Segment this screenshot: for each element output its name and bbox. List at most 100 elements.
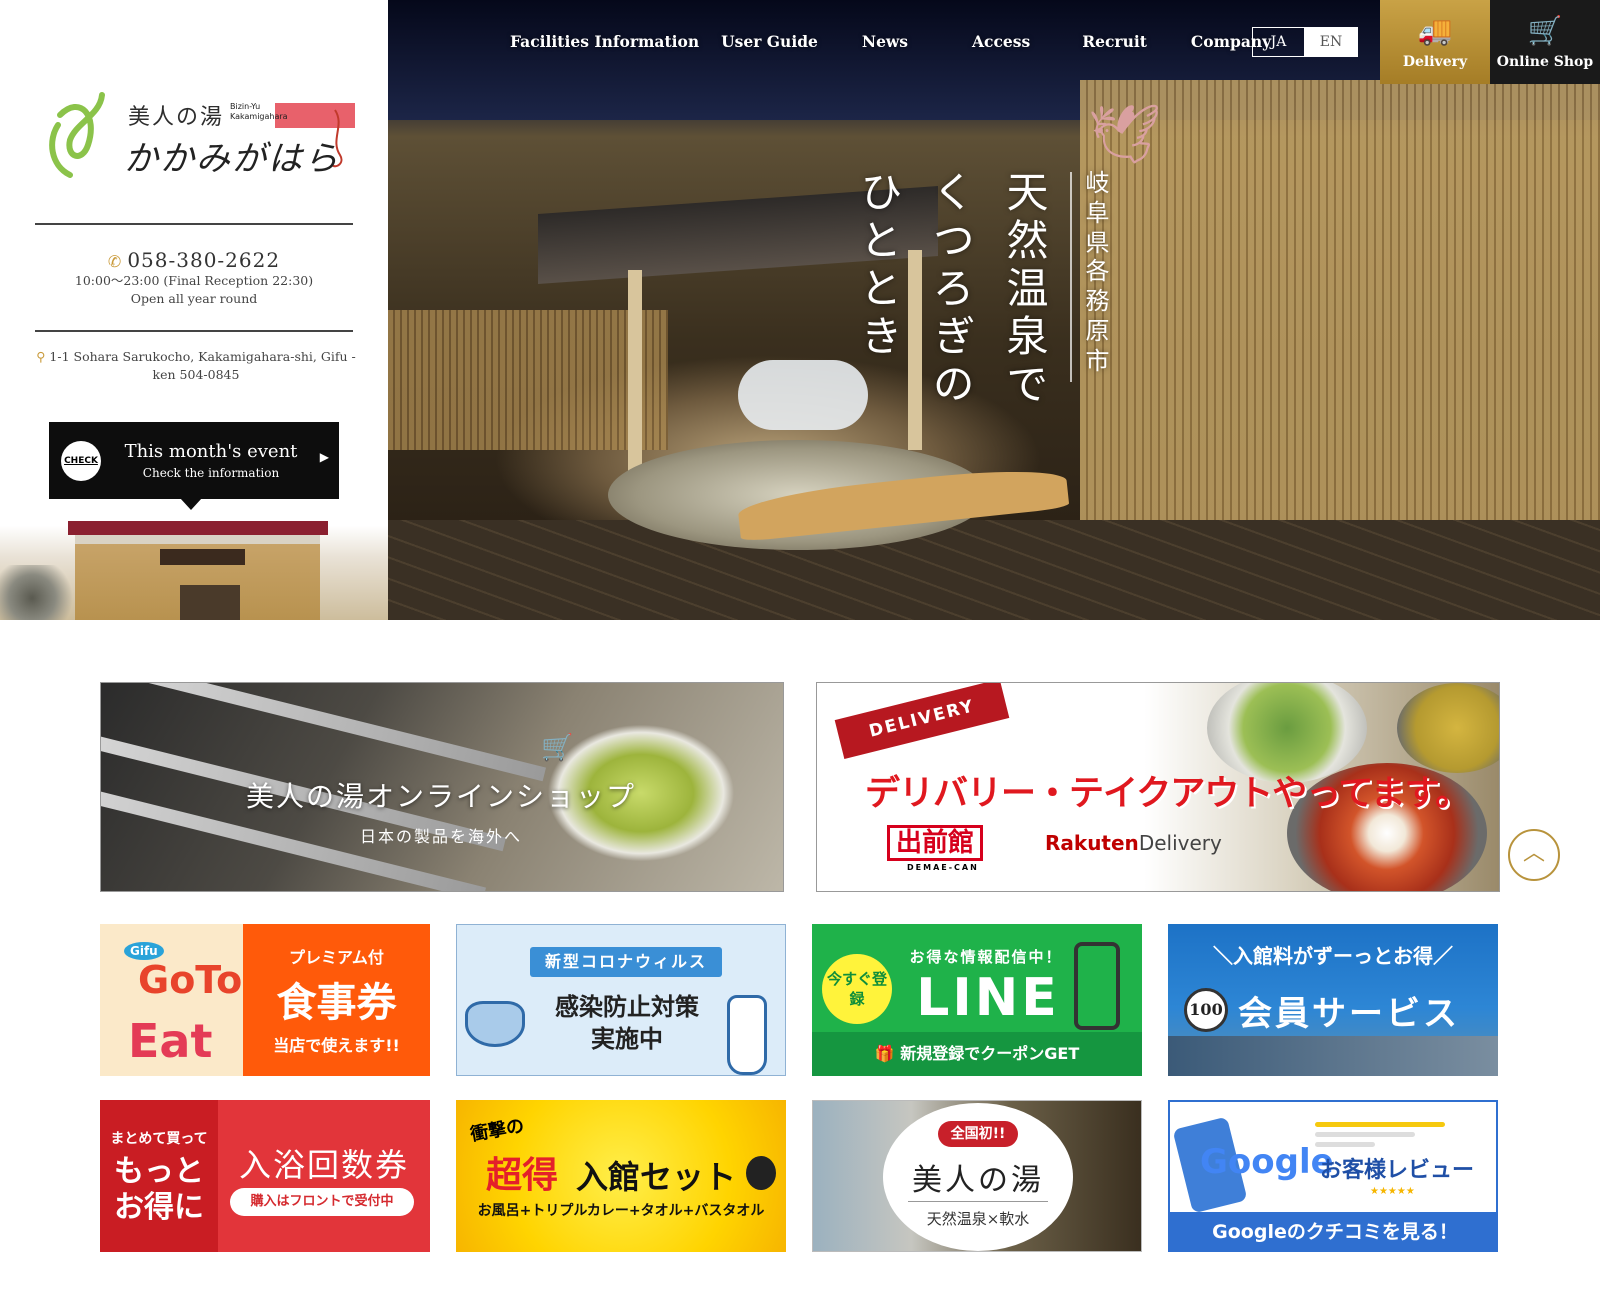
line-logo-text: LINE [916, 968, 1060, 1028]
scroll-to-top-button[interactable]: ︿ [1508, 829, 1560, 881]
premium-label: プレミアム付 [289, 948, 384, 967]
banner-title: 美人の湯オンラインショップ [245, 780, 636, 813]
register-now-badge: 今すぐ登録 [822, 954, 892, 1024]
rakuten-delivery-logo: RakutenDelivery [1045, 831, 1222, 855]
ticket-bulk-label: まとめて買って [110, 1131, 208, 1147]
sidebar-divider [35, 223, 353, 225]
covid-line1: 感染防止対策 [555, 993, 699, 1021]
ticket-front-desk-pill: 購入はフロントで受付中 [230, 1188, 414, 1216]
delivery-button[interactable]: 🚚 Delivery [1380, 0, 1490, 84]
lang-ja-button[interactable]: JA [1253, 28, 1305, 56]
hero-location-city: 各務原市 [1081, 258, 1109, 378]
rakuten-word: Rakuten [1045, 831, 1139, 855]
ticket-deal-line2: お得に [114, 1190, 204, 1225]
meal-ticket-label: 食事券 [276, 980, 397, 1026]
arrow-right-icon: ▶ [319, 450, 329, 464]
address-text: 1-1 Sohara Sarukocho, Kakamigahara-shi, … [49, 349, 356, 382]
rating-bar [1315, 1132, 1415, 1137]
main-nav: Facilities Information User Guide News A… [510, 32, 1299, 56]
line-info-label: お得な情報配信中！ [909, 948, 1063, 966]
bijin-no-yu-banner[interactable]: 全国初!! 美人の湯 天然温泉×軟水 [812, 1100, 1142, 1252]
goto-eat-banner[interactable]: Gifu GoTo Eat プレミアム付 食事券 当店で使えます!! [100, 924, 430, 1076]
mask-icon [465, 1001, 525, 1047]
hero-image: 🕊 岐阜県 各務原市 天然温泉で くつろぎの ひととき [388, 0, 1600, 620]
cloud-icon [738, 360, 868, 430]
site-logo[interactable]: 美人の湯 Bizin-Yu Kakamigahara かかみがはら [40, 85, 360, 185]
covid-measures-banner[interactable]: 新型コロナウィルス 感染防止対策 実施中 [456, 924, 786, 1076]
hero-location-prefecture: 岐阜県 [1081, 170, 1109, 260]
address: ⚲ 1-1 Sohara Sarukocho, Kakamigahara-shi,… [36, 348, 356, 384]
cart-icon: 🛒 [541, 733, 574, 763]
goto-logo-text: GoTo [138, 958, 243, 1002]
hero-vertical-rule [1070, 172, 1072, 382]
phone-number[interactable]: 058-380-2622 [127, 248, 280, 272]
check-badge-icon: CHECK [61, 441, 101, 481]
nav-facilities-information[interactable]: Facilities Information [510, 32, 699, 56]
building-roof [68, 521, 328, 535]
demae-can-logo-text: DEMAE-CAN [907, 863, 979, 872]
contact-block: ✆ 058-380-2622 10:00～23:00 (Final Recepti… [0, 248, 388, 308]
delivery-word: Delivery [1138, 831, 1222, 855]
nav-recruit[interactable]: Recruit [1082, 32, 1147, 56]
event-subtitle: Check the information [142, 466, 280, 480]
building-photo [0, 515, 388, 620]
smartphone-icon [1074, 942, 1120, 1030]
coupon-bar: 🎁 新規登録でクーポンGET [812, 1032, 1142, 1076]
nations-first-badge: 全国初!! [938, 1121, 1018, 1147]
phone-line[interactable]: ✆ 058-380-2622 [0, 248, 388, 272]
admission-set-banner[interactable]: 衝撃の 超得 入館セット お風呂+トリプルカレー+タオル+バスタオル [456, 1100, 786, 1252]
mascot-face-icon [746, 1156, 776, 1190]
bijin-subtitle: 天然温泉×軟水 [908, 1201, 1048, 1229]
customer-review-label: お客様レビュー [1320, 1158, 1475, 1183]
curry-bowl-shape [1397, 683, 1499, 773]
facility-photo-strip [1168, 1036, 1498, 1076]
covid-line2: 実施中 [591, 1025, 663, 1053]
online-shop-button[interactable]: 🛒 Online Shop [1490, 0, 1600, 84]
logo-jp-top: 美人の湯 [128, 105, 225, 130]
google-review-banner[interactable]: Google お客様レビュー ★★★★★ Googleのクチコミを見る！ [1168, 1100, 1498, 1252]
super-deal-label: 超得 [486, 1155, 559, 1196]
crane-bird-icon: 🕊 [1088, 100, 1162, 168]
delivery-label: Delivery [1402, 54, 1468, 70]
delivery-banner[interactable]: DELIVERY デリバリー・テイクアウトやってます。 出前館 DEMAE-CA… [816, 682, 1500, 892]
nav-news[interactable]: News [862, 32, 908, 56]
bijin-title: 美人の湯 [912, 1163, 1044, 1198]
sidebar: 美人の湯 Bizin-Yu Kakamigahara かかみがはら ✆ 058-3… [0, 0, 388, 620]
rating-bars [1315, 1122, 1455, 1152]
nav-user-guide[interactable]: User Guide [721, 32, 818, 56]
google-logo: Google [1200, 1142, 1334, 1182]
event-title: This month's event [124, 441, 298, 462]
nav-access[interactable]: Access [972, 32, 1030, 56]
delivery-truck-icon: 🚚 [1417, 14, 1453, 47]
see-google-reviews-label: Googleのクチコミを見る！ [1170, 1212, 1496, 1250]
lang-en-button[interactable]: EN [1305, 28, 1357, 56]
trees-shape [0, 565, 80, 620]
hero-headline-line1: 天然温泉で [1000, 170, 1049, 410]
banner-subtitle: 日本の製品を海外へ [359, 827, 522, 846]
logo-en-line2: Kakamigahara [230, 112, 288, 121]
rating-bar [1315, 1122, 1445, 1127]
building-sign [160, 549, 245, 565]
hero-bamboo-fence [388, 310, 668, 450]
membership-banner[interactable]: ＼入館料がずーっとお得／ 100 会員サービス [1168, 924, 1498, 1076]
shock-label: 衝撃の [468, 1115, 526, 1146]
line-register-banner[interactable]: 今すぐ登録 お得な情報配信中！ LINE 🎁 新規登録でクーポンGET [812, 924, 1142, 1076]
cart-icon: 🛒 [1527, 14, 1563, 47]
star-rating-icon: ★★★★★ [1370, 1186, 1415, 1197]
membership-title: 会員サービス [1238, 994, 1460, 1034]
member-card-badge: 100 [1184, 988, 1228, 1032]
online-shop-label: Online Shop [1496, 54, 1594, 70]
logo-en-line1: Bizin-Yu [230, 102, 261, 111]
bath-ticket-banner[interactable]: まとめて買って もっと お得に 入浴回数券 購入はフロントで受付中 [100, 1100, 430, 1252]
coupon-label: 新規登録でクーポンGET [900, 1044, 1080, 1063]
ticket-deal-label: もっと お得に [100, 1154, 218, 1226]
monthly-event-button[interactable]: CHECK This month's event Check the infor… [49, 422, 339, 510]
usable-here-label: 当店で使えます!! [273, 1036, 400, 1055]
gift-icon: 🎁 [874, 1044, 901, 1063]
logo-jp-main: かかみがはら [124, 139, 340, 179]
ticket-deal-line1: もっと [114, 1154, 204, 1189]
online-shop-banner[interactable]: 🛒 美人の湯オンラインショップ 日本の製品を海外へ [100, 682, 784, 892]
banner-headline: デリバリー・テイクアウトやってます。 [865, 774, 1470, 814]
hero-stone-floor [388, 520, 1600, 620]
set-items-label: お風呂+トリプルカレー+タオル+バスタオル [477, 1203, 765, 1219]
